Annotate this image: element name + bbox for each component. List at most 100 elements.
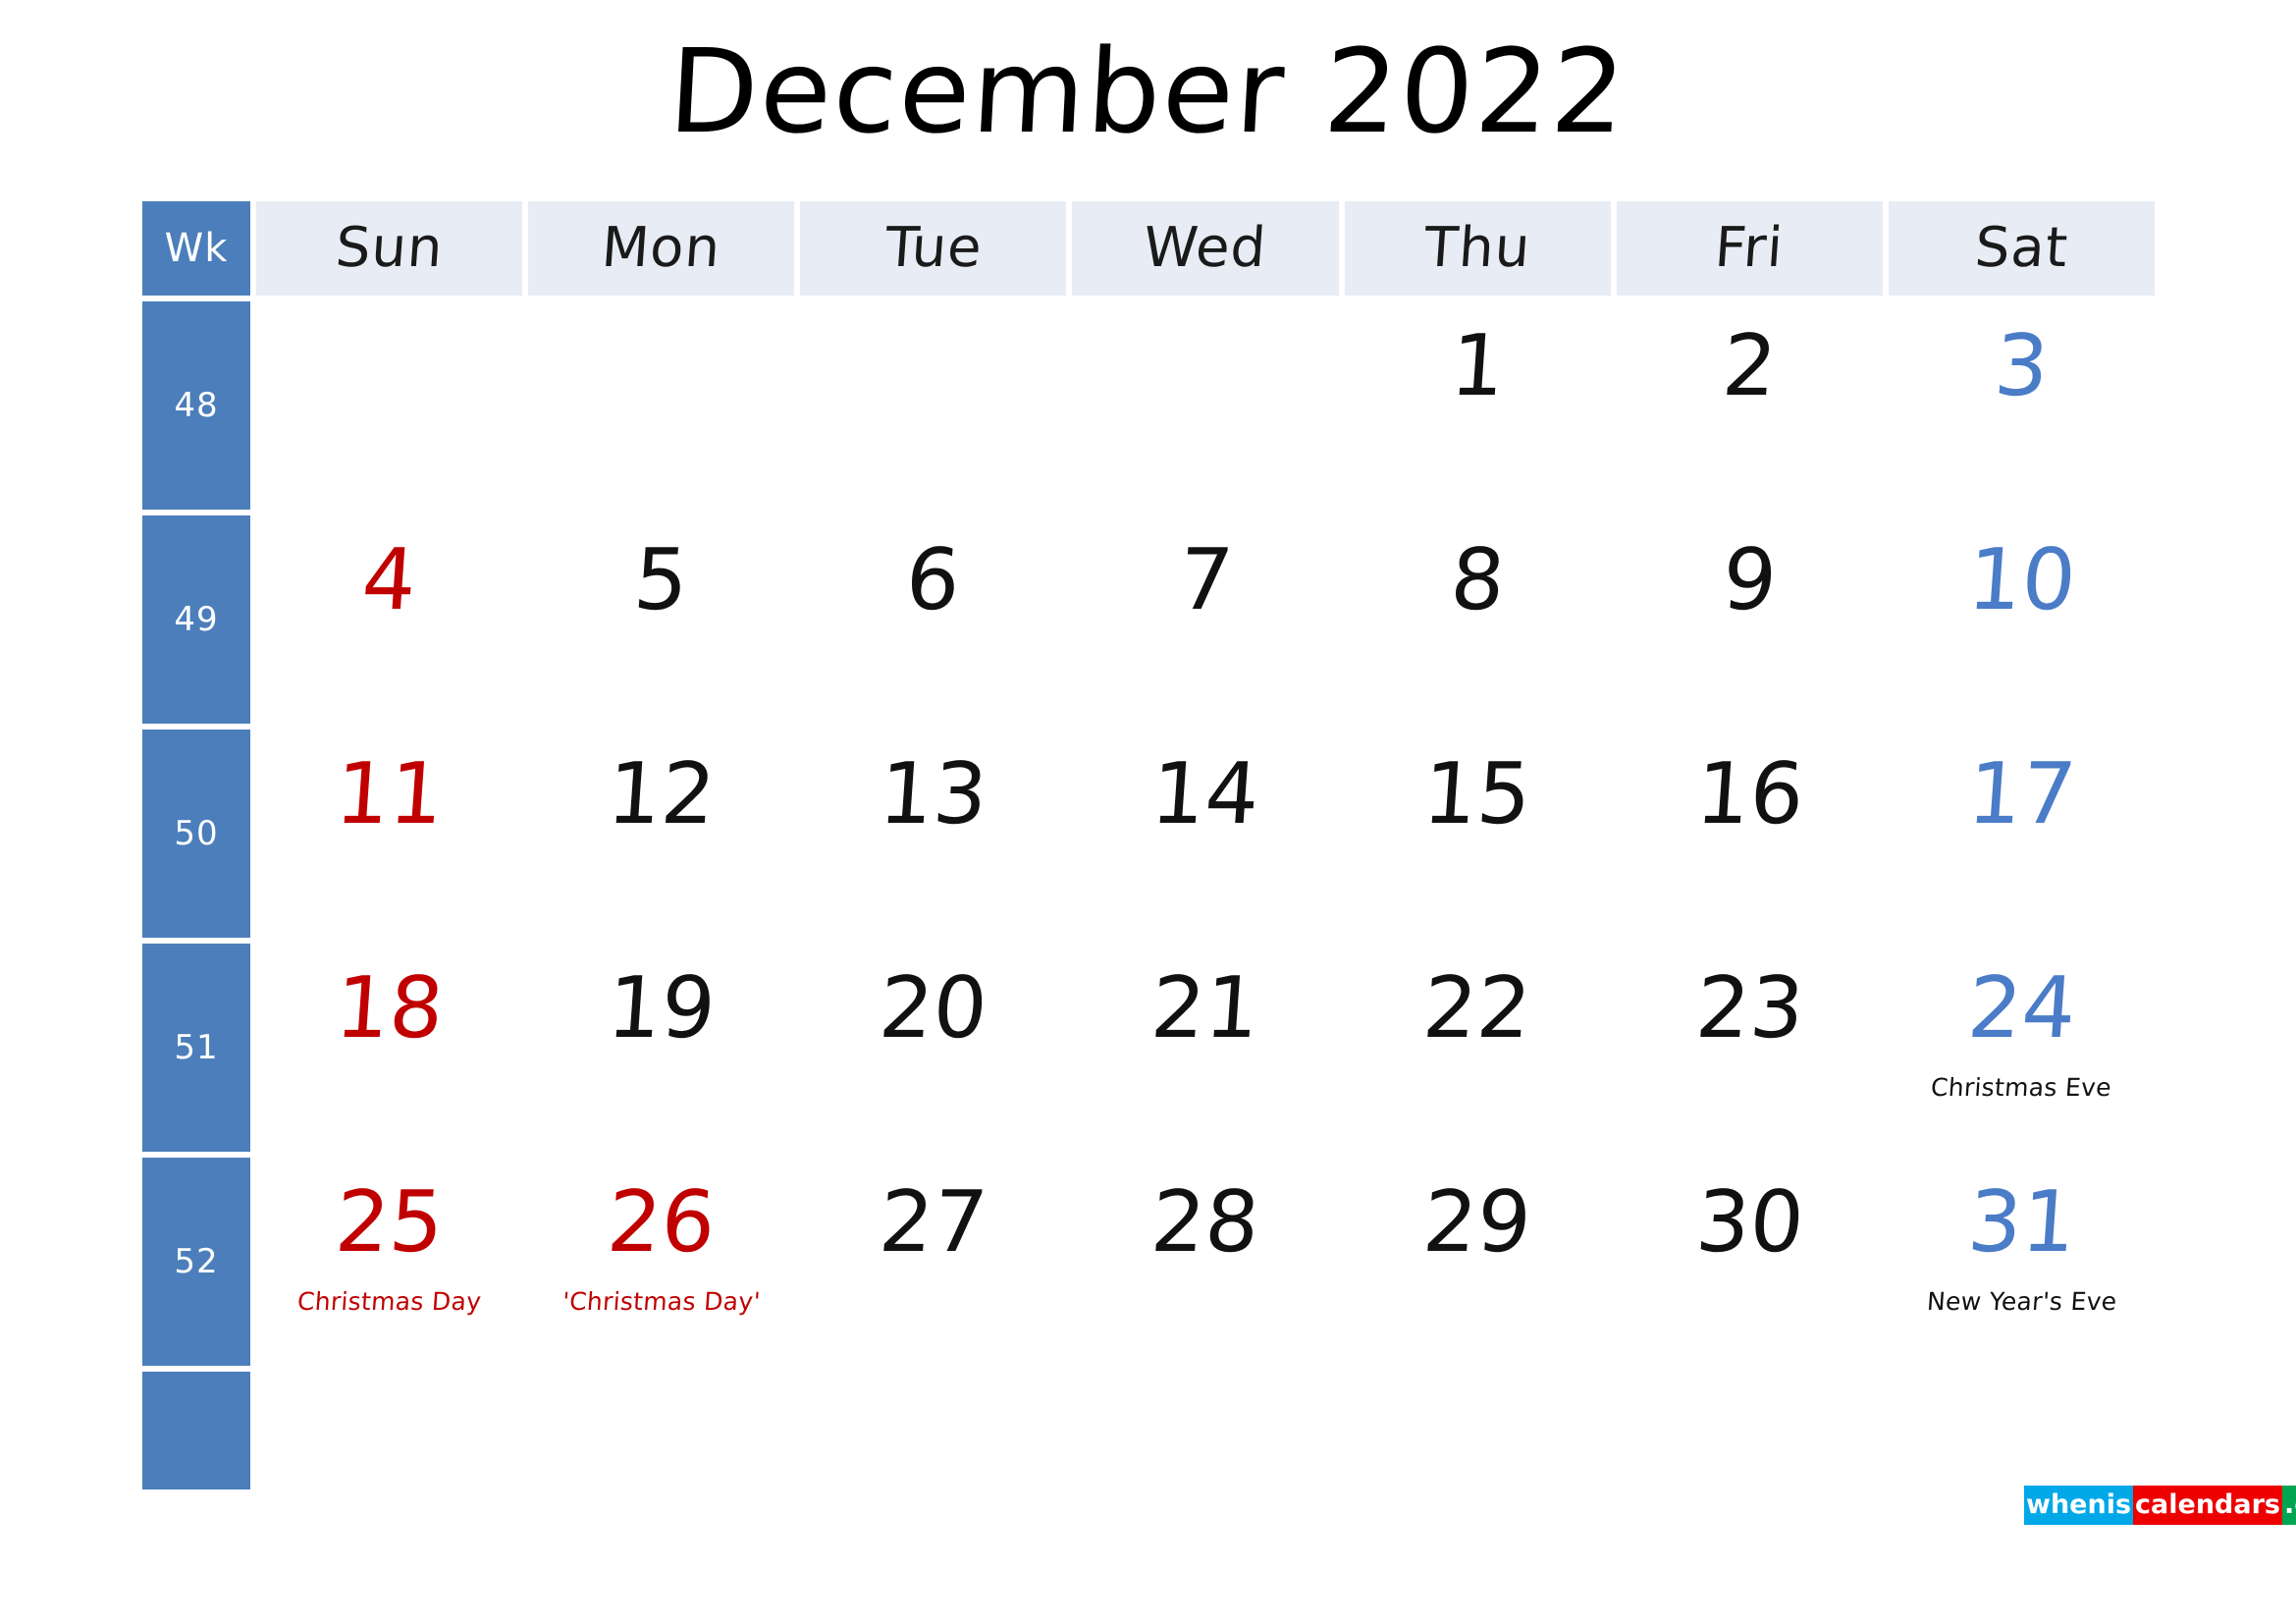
week-column-header: Wk <box>142 201 250 296</box>
date-number: 8 <box>1447 531 1508 629</box>
day-header-label: Mon <box>599 216 723 280</box>
day-header-wed: Wed <box>1072 201 1339 296</box>
calendar-week-row: 49 4 5 6 7 8 9 10 <box>142 515 2155 724</box>
date-number: 2 <box>1719 317 1781 415</box>
day-header-label: Sat <box>1972 216 2071 280</box>
calendar-day-cell[interactable]: 9 <box>1616 515 1883 724</box>
calendar-day-cell[interactable]: 14 <box>1072 730 1339 938</box>
holiday-label: Christmas Day <box>295 1287 483 1316</box>
day-header-sun: Sun <box>256 201 523 296</box>
date-number: 24 <box>1964 959 2079 1057</box>
calendar-day-cell[interactable]: 20 <box>800 944 1067 1152</box>
date-number: 19 <box>604 959 719 1057</box>
day-header-label: Thu <box>1421 216 1533 280</box>
day-header-sat: Sat <box>1888 201 2155 296</box>
calendar-day-cell[interactable]: 27 <box>800 1158 1067 1366</box>
calendar-week-row: 52 25 Christmas Day 26 'Christmas Day' 27 28 29… <box>142 1158 2155 1366</box>
calendar-day-cell-empty <box>1616 1372 1883 1489</box>
day-header-label: Sun <box>333 216 446 280</box>
date-number: 18 <box>332 959 447 1057</box>
date-number: 5 <box>630 531 692 629</box>
calendar-day-cell-empty <box>256 301 523 510</box>
calendar-day-cell-empty <box>1344 1372 1611 1489</box>
calendar-day-cell[interactable]: 23 <box>1616 944 1883 1152</box>
calendar-day-cell[interactable]: 15 <box>1344 730 1611 938</box>
calendar-day-cell[interactable]: 4 <box>256 515 523 724</box>
logo-part-whenis: whenis <box>2024 1486 2134 1525</box>
logo-part-com: .com <box>2281 1486 2296 1525</box>
week-number-cell: 51 <box>142 944 250 1152</box>
date-number: 3 <box>1991 317 2053 415</box>
calendar-day-cell[interactable]: 12 <box>528 730 795 938</box>
date-number: 7 <box>1175 531 1236 629</box>
calendar-day-cell[interactable]: 19 <box>528 944 795 1152</box>
calendar-day-cell[interactable]: 6 <box>800 515 1067 724</box>
date-number: 6 <box>902 531 964 629</box>
calendar-day-cell[interactable]: 18 <box>256 944 523 1152</box>
calendar-page: December 2022 Wk Sun Mon Tue Wed Thu Fri <box>0 0 2296 1624</box>
calendar-day-cell[interactable]: 31 New Year's Eve <box>1888 1158 2155 1366</box>
calendar-day-cell[interactable]: 1 <box>1344 301 1611 510</box>
calendar-day-cell[interactable]: 13 <box>800 730 1067 938</box>
calendar-week-row <box>142 1372 2155 1489</box>
calendar-day-cell[interactable]: 22 <box>1344 944 1611 1152</box>
calendar-day-cell-empty <box>1072 1372 1339 1489</box>
week-number-cell: 52 <box>142 1158 250 1366</box>
holiday-label: 'Christmas Day' <box>561 1287 762 1316</box>
calendar-day-cell[interactable]: 5 <box>528 515 795 724</box>
calendar-day-cell[interactable]: 26 'Christmas Day' <box>528 1158 795 1366</box>
date-number: 9 <box>1719 531 1781 629</box>
calendar-day-cell-empty <box>1072 301 1339 510</box>
date-number: 20 <box>876 959 991 1057</box>
calendar-day-cell[interactable]: 2 <box>1616 301 1883 510</box>
calendar-day-cell[interactable]: 25 Christmas Day <box>256 1158 523 1366</box>
date-number: 30 <box>1692 1173 1807 1272</box>
logo-part-calendars: calendars <box>2133 1486 2282 1525</box>
calendar-day-cell[interactable]: 29 <box>1344 1158 1611 1366</box>
calendar-day-cell[interactable]: 11 <box>256 730 523 938</box>
calendar-day-cell-empty <box>800 1372 1067 1489</box>
calendar-day-cell[interactable]: 30 <box>1616 1158 1883 1366</box>
calendar-day-cell[interactable]: 3 <box>1888 301 2155 510</box>
date-number: 12 <box>604 745 719 843</box>
date-number: 11 <box>332 745 447 843</box>
calendar-day-cell[interactable]: 24 Christmas Eve <box>1888 944 2155 1152</box>
week-number-cell: 48 <box>142 301 250 510</box>
date-number: 10 <box>1964 531 2079 629</box>
calendar-day-cell[interactable]: 21 <box>1072 944 1339 1152</box>
calendar-week-row: 50 11 12 13 14 15 16 17 <box>142 730 2155 938</box>
week-number-cell: 49 <box>142 515 250 724</box>
calendar-day-cell-empty <box>528 1372 795 1489</box>
holiday-label: New Year's Eve <box>1925 1287 2118 1316</box>
calendar-day-cell[interactable]: 8 <box>1344 515 1611 724</box>
date-number: 27 <box>876 1173 991 1272</box>
day-header-tue: Tue <box>800 201 1067 296</box>
calendar-day-cell[interactable]: 17 <box>1888 730 2155 938</box>
holiday-label: Christmas Eve <box>1930 1073 2113 1102</box>
calendar-day-cell[interactable]: 7 <box>1072 515 1339 724</box>
date-number: 4 <box>358 531 420 629</box>
calendar-header-row: Wk Sun Mon Tue Wed Thu Fri Sat <box>142 201 2155 296</box>
week-number-cell: 50 <box>142 730 250 938</box>
day-header-label: Tue <box>882 216 985 280</box>
calendar-day-cell[interactable]: 16 <box>1616 730 1883 938</box>
date-number: 26 <box>604 1173 719 1272</box>
date-number: 14 <box>1148 745 1263 843</box>
date-number: 16 <box>1692 745 1807 843</box>
week-rows-container: 48 1 2 3 49 4 5 6 7 8 9 10 50 11 12 13 14 15 16 17 51 18 19 20 2… <box>142 301 2155 1489</box>
day-header-mon: Mon <box>528 201 795 296</box>
calendar-week-row: 51 18 19 20 21 22 23 24 Christmas Eve <box>142 944 2155 1152</box>
calendar-grid: Wk Sun Mon Tue Wed Thu Fri Sat 48123 <box>142 201 2155 1495</box>
date-number: 29 <box>1419 1173 1535 1272</box>
calendar-week-row: 48 1 2 3 <box>142 301 2155 510</box>
site-logo[interactable]: wheniscalendars.com <box>2024 1486 2296 1525</box>
date-number: 23 <box>1692 959 1807 1057</box>
date-number: 25 <box>332 1173 447 1272</box>
date-number: 17 <box>1964 745 2079 843</box>
date-number: 22 <box>1419 959 1535 1057</box>
date-number: 31 <box>1964 1173 2079 1272</box>
page-title: December 2022 <box>666 24 1630 159</box>
calendar-day-cell[interactable]: 28 <box>1072 1158 1339 1366</box>
calendar-day-cell[interactable]: 10 <box>1888 515 2155 724</box>
date-number: 1 <box>1447 317 1508 415</box>
